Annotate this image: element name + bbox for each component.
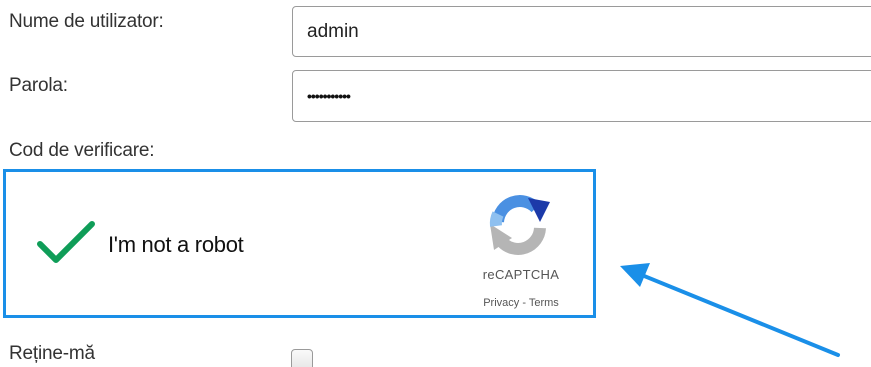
- password-masked-value: •••••••••••: [307, 88, 351, 104]
- recaptcha-highlight: I'm not a robot reCAPTCHA Privacy - Term…: [3, 169, 596, 318]
- checkmark-icon[interactable]: [36, 218, 96, 268]
- password-input[interactable]: •••••••••••: [292, 70, 871, 122]
- username-input[interactable]: [292, 6, 871, 57]
- recaptcha-widget: I'm not a robot reCAPTCHA Privacy - Term…: [6, 172, 593, 315]
- privacy-link[interactable]: Privacy: [483, 297, 519, 309]
- recaptcha-brand-text: reCAPTCHA: [482, 267, 560, 282]
- login-form: Nume de utilizator: Parola: ••••••••••• …: [0, 0, 871, 367]
- password-label: Parola:: [9, 75, 68, 96]
- remember-me-checkbox[interactable]: [291, 349, 313, 367]
- links-separator: -: [519, 297, 529, 309]
- username-label: Nume de utilizator:: [9, 11, 164, 32]
- arrow-pointing-up-left-icon: [610, 255, 850, 367]
- recaptcha-links: Privacy - Terms: [461, 297, 581, 309]
- terms-link[interactable]: Terms: [529, 297, 559, 309]
- recaptcha-logo-icon: [484, 192, 554, 258]
- verification-code-label: Cod de verificare:: [9, 140, 155, 161]
- remember-me-label: Reține-mă: [9, 343, 95, 364]
- not-a-robot-label[interactable]: I'm not a robot: [108, 232, 244, 258]
